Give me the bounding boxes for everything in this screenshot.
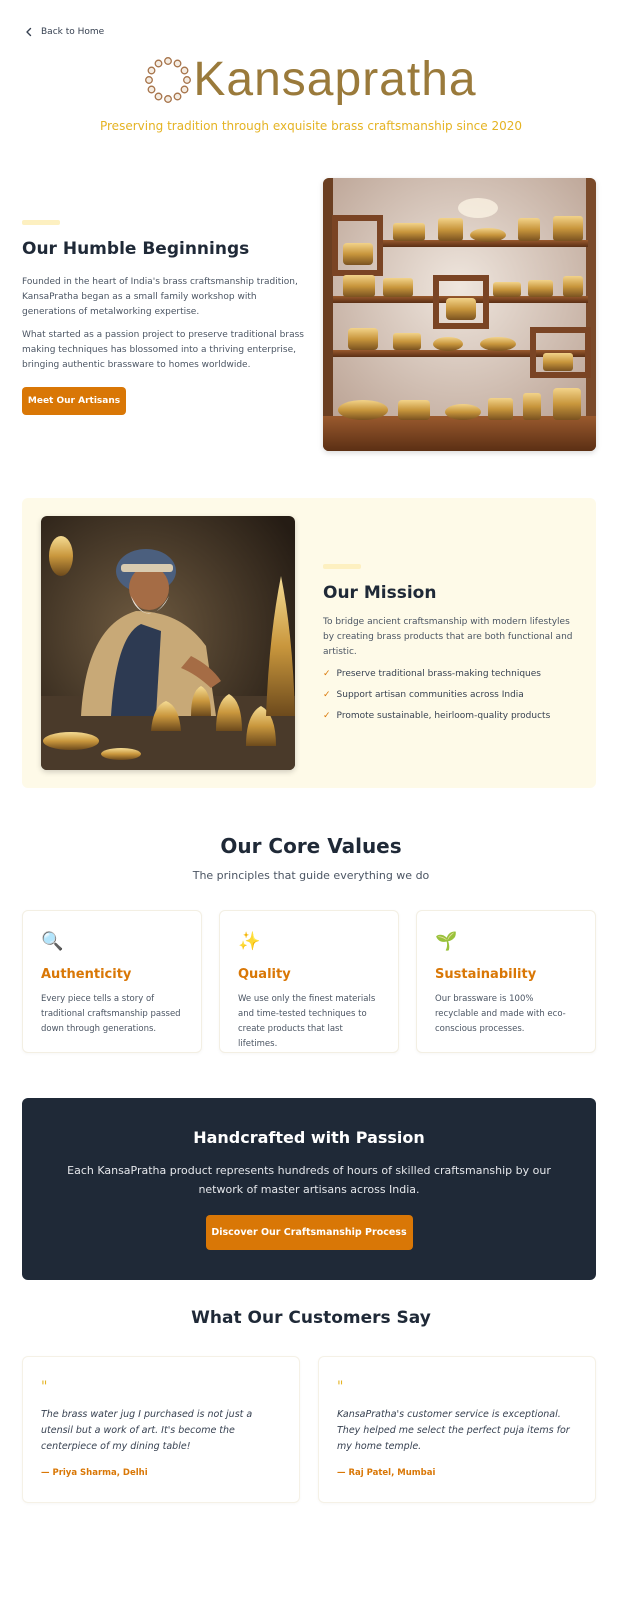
mission-section: Our Mission To bridge ancient craftsmans…	[323, 564, 578, 731]
testimonial-author: — Raj Patel, Mumbai	[337, 1468, 436, 1478]
value-card-authenticity: 🔍 Authenticity Every piece tells a story…	[22, 910, 202, 1053]
magnifier-icon: 🔍	[41, 931, 64, 952]
passion-title: Handcrafted with Passion	[193, 1128, 425, 1147]
brassware-shelf-image	[323, 178, 596, 451]
meet-artisans-button[interactable]: Meet Our Artisans	[22, 387, 126, 415]
quote-icon: "	[337, 1379, 344, 1395]
chevron-left-icon	[26, 27, 32, 37]
testimonial-text: KansaPratha's customer service is except…	[337, 1409, 570, 1452]
bead-ring-icon	[145, 57, 192, 103]
value-card-text: Our brassware is 100% recyclable and mad…	[435, 994, 566, 1034]
checkmark-icon: ✓	[323, 711, 331, 721]
accent-bar	[323, 564, 361, 569]
value-card-title: Quality	[238, 967, 291, 982]
passion-banner: Handcrafted with Passion Each KansaPrath…	[22, 1098, 596, 1280]
sparkles-icon: ✨	[238, 931, 261, 952]
quote-icon: "	[41, 1379, 48, 1395]
brand-tagline: Preserving tradition through exquisite b…	[99, 119, 523, 133]
testimonial-author: — Priya Sharma, Delhi	[41, 1468, 148, 1478]
value-card-sustainability: 🌱 Sustainability Our brassware is 100% r…	[416, 910, 596, 1053]
passion-text: Each KansaPratha product represents hund…	[67, 1164, 551, 1196]
value-card-title: Authenticity	[41, 967, 132, 982]
testimonial-text: The brass water jug I purchased is not j…	[41, 1409, 253, 1452]
artisan-at-work-image	[41, 516, 295, 770]
value-card-quality: ✨ Quality We use only the finest materia…	[219, 910, 399, 1053]
back-to-home-link[interactable]: Back to Home	[24, 27, 104, 37]
testimonial-card: " The brass water jug I purchased is not…	[22, 1356, 300, 1503]
values-subtitle: The principles that guide everything we …	[192, 869, 430, 882]
discover-process-button[interactable]: Discover Our Craftsmanship Process	[205, 1215, 413, 1250]
brand-name: Kansapratha	[193, 53, 477, 106]
checkmark-icon: ✓	[323, 669, 331, 679]
beginnings-paragraph-2: What started as a passion project to pre…	[22, 330, 304, 370]
mission-text: To bridge ancient craftsmanship with mod…	[323, 617, 573, 657]
value-card-text: Every piece tells a story of traditional…	[41, 994, 181, 1034]
list-item: ✓ Promote sustainable, heirloom-quality p…	[323, 710, 578, 722]
value-card-title: Sustainability	[435, 967, 537, 982]
values-title: Our Core Values	[220, 834, 402, 858]
mission-title: Our Mission	[323, 583, 437, 603]
brand-logo: Kansapratha	[0, 50, 622, 110]
mission-list: ✓ Preserve traditional brass-making techn…	[323, 668, 578, 722]
beginnings-title: Our Humble Beginnings	[22, 239, 250, 259]
list-item: ✓ Preserve traditional brass-making techn…	[323, 668, 578, 680]
list-item-label: Support artisan communities across India	[336, 690, 524, 700]
checkmark-icon: ✓	[323, 690, 331, 700]
accent-bar	[22, 220, 60, 225]
list-item: ✓ Support artisan communities across Indi…	[323, 689, 578, 701]
testimonials-title: What Our Customers Say	[191, 1308, 431, 1328]
testimonial-card: " KansaPratha's customer service is exce…	[318, 1356, 596, 1503]
list-item-label: Preserve traditional brass-making techni…	[336, 669, 541, 679]
value-card-text: We use only the finest materials and tim…	[238, 994, 376, 1049]
seedling-icon: 🌱	[435, 931, 458, 952]
beginnings-paragraph-1: Founded in the heart of India's brass cr…	[22, 277, 298, 317]
list-item-label: Promote sustainable, heirloom-quality pr…	[336, 711, 551, 721]
beginnings-section: Our Humble Beginnings Founded in the hea…	[22, 220, 304, 415]
back-link-label: Back to Home	[41, 27, 105, 37]
